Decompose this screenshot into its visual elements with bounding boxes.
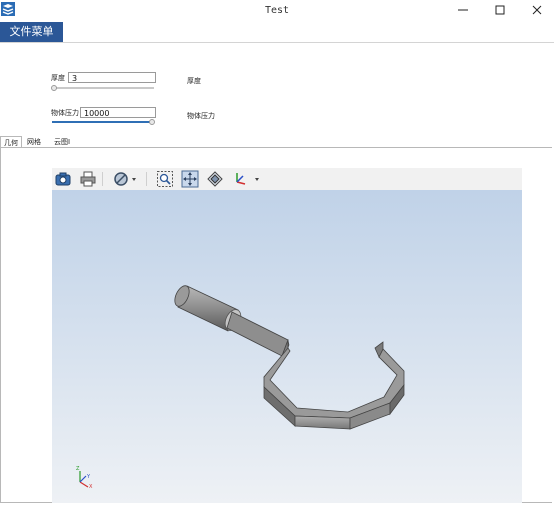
pressure-label: 物体压力: [51, 109, 79, 117]
axis-triad-icon: [236, 173, 259, 185]
axis-y-label: Y: [87, 474, 91, 480]
axis-z-label: Z: [76, 466, 80, 472]
minimize-icon: [458, 9, 468, 11]
thickness-slider-thumb[interactable]: [51, 85, 57, 91]
close-icon: [532, 5, 542, 15]
thickness-input[interactable]: 3: [68, 72, 156, 83]
thickness-slider-track[interactable]: [52, 87, 154, 89]
title-bar: Test: [0, 0, 554, 22]
toolbar-separator: [102, 172, 103, 186]
3d-viewport[interactable]: Z Y X: [52, 190, 522, 503]
file-menu-button[interactable]: 文件菜单: [0, 22, 63, 42]
clip-plane-icon: [114, 172, 136, 186]
minimize-button[interactable]: [446, 0, 480, 22]
camera-icon: [55, 172, 71, 186]
viewer-toolbar: [52, 168, 522, 190]
fit-all-button[interactable]: [181, 170, 199, 188]
axis-orientation-button[interactable]: [231, 170, 261, 188]
pressure-slider-thumb[interactable]: [149, 119, 155, 125]
thickness-label: 厚度: [51, 74, 65, 82]
axis-x-label: X: [89, 484, 93, 490]
pressure-input[interactable]: 10000: [80, 107, 156, 118]
close-button[interactable]: [520, 0, 554, 22]
print-button[interactable]: [79, 170, 97, 188]
clip-plane-button[interactable]: [112, 170, 138, 188]
pressure-slider-fill: [52, 121, 152, 123]
view-cube-icon: [207, 171, 223, 187]
menu-bar: 文件菜单: [0, 22, 554, 43]
view-cube-button[interactable]: [206, 170, 224, 188]
pressure-right-label: 物体压力: [187, 112, 215, 120]
maximize-button[interactable]: [483, 0, 517, 22]
screenshot-button[interactable]: [54, 170, 72, 188]
zoom-box-icon: [157, 171, 173, 187]
hook-model: [174, 285, 405, 430]
toolbar-separator: [146, 172, 147, 186]
fit-all-icon: [181, 170, 199, 188]
printer-icon: [80, 171, 96, 187]
maximize-icon: [495, 5, 505, 15]
zoom-box-button[interactable]: [156, 170, 174, 188]
thickness-right-label: 厚度: [187, 77, 201, 85]
